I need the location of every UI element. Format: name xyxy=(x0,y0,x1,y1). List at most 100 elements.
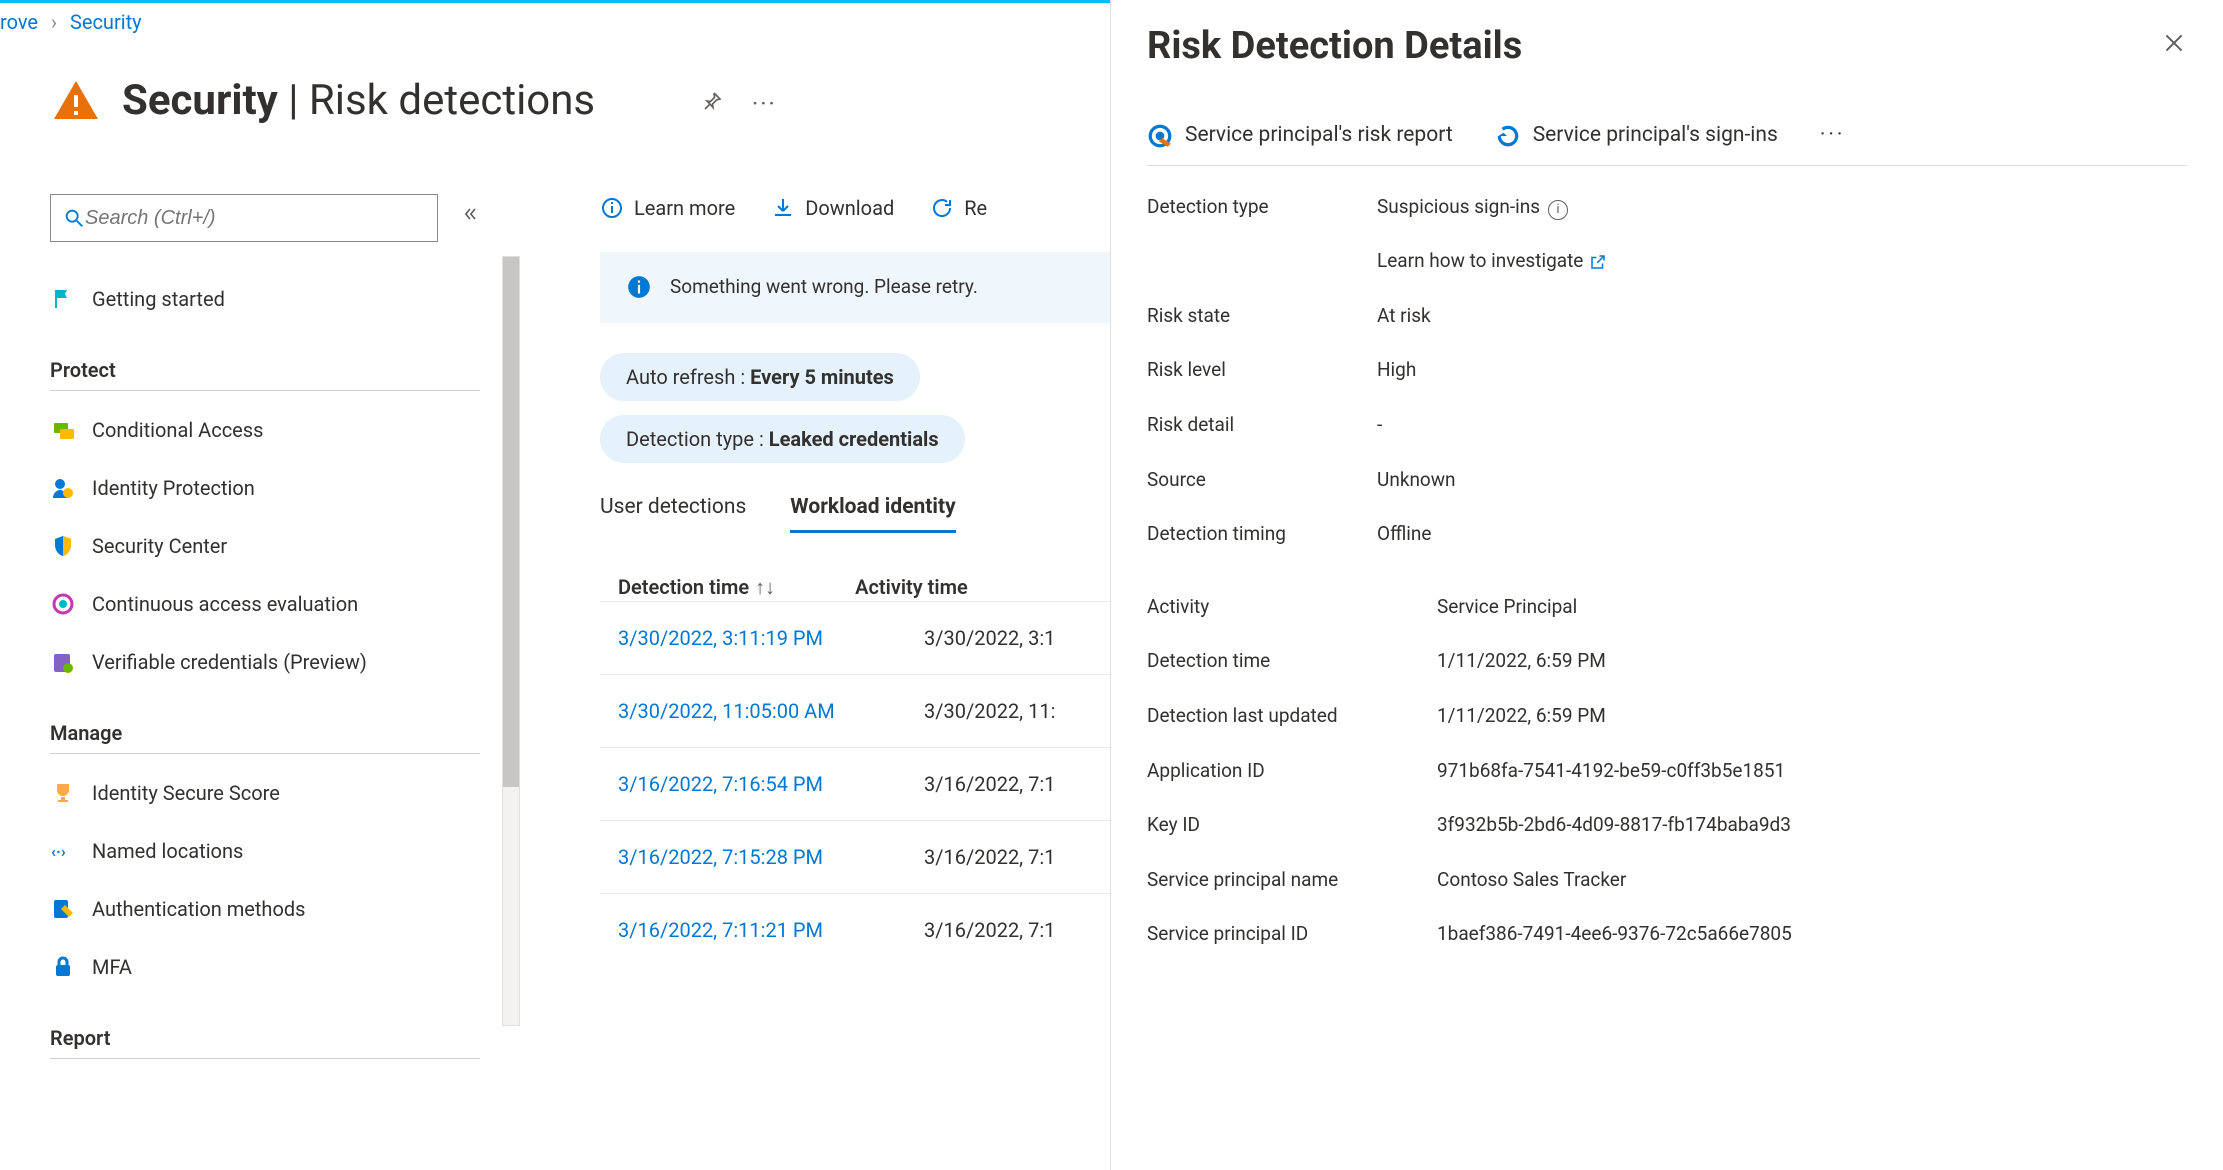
search-input-wrap[interactable] xyxy=(50,194,438,242)
details-panel: Risk Detection Details Service principal… xyxy=(1110,0,2223,1170)
table-header: Detection time↑↓ Activity time xyxy=(600,573,1110,601)
collapse-sidebar-icon[interactable] xyxy=(460,204,480,232)
detail-value: 1/11/2022, 6:59 PM xyxy=(1437,703,1606,730)
cell-activity-time: 3/30/2022, 11: xyxy=(924,697,1055,725)
detail-key: Source xyxy=(1147,467,1367,494)
verifiable-credentials-icon xyxy=(50,649,76,675)
breadcrumb-current[interactable]: Security xyxy=(70,10,142,34)
risk-report-button[interactable]: Service principal's risk report xyxy=(1147,121,1453,150)
scrollbar-thumb[interactable] xyxy=(503,257,519,787)
detail-value: - xyxy=(1377,412,1382,439)
header-actions: ··· xyxy=(700,88,777,122)
sidebar-item-continuous-access[interactable]: Continuous access evaluation xyxy=(50,575,480,633)
signins-button[interactable]: Service principal's sign-ins xyxy=(1495,121,1778,150)
sidebar-scrollbar[interactable] xyxy=(502,256,520,1026)
cell-activity-time: 3/16/2022, 7:1 xyxy=(924,843,1055,871)
detail-key: Service principal ID xyxy=(1147,921,1427,948)
sidebar-item-security-center[interactable]: Security Center xyxy=(50,517,480,575)
cell-activity-time: 3/16/2022, 7:1 xyxy=(924,770,1055,798)
named-locations-icon: ‹·› xyxy=(50,838,76,864)
col-activity-time[interactable]: Activity time xyxy=(855,573,968,601)
sidebar-divider xyxy=(50,1058,480,1059)
table-row[interactable]: 3/16/2022, 7:16:54 PM 3/16/2022, 7:1 xyxy=(600,747,1110,820)
cell-detection-time[interactable]: 3/30/2022, 11:05:00 AM xyxy=(618,697,888,725)
detail-link[interactable]: Learn how to investigate xyxy=(1377,248,1607,275)
cell-detection-time[interactable]: 3/16/2022, 7:15:28 PM xyxy=(618,843,888,871)
info-icon xyxy=(600,196,624,220)
sidebar-item-mfa[interactable]: MFA xyxy=(50,938,480,996)
flag-icon xyxy=(50,286,76,312)
cell-detection-time[interactable]: 3/16/2022, 7:11:21 PM xyxy=(618,916,888,944)
detail-key: Activity xyxy=(1147,594,1427,621)
detail-key: Risk detail xyxy=(1147,412,1367,439)
error-banner-text: Something went wrong. Please retry. xyxy=(670,274,978,301)
info-icon[interactable]: i xyxy=(1548,200,1568,220)
sidebar-item-conditional-access[interactable]: Conditional Access xyxy=(50,401,480,459)
page-header: Security | Risk detections xyxy=(50,72,595,131)
filter-auto-refresh[interactable]: Auto refresh : Every 5 minutes xyxy=(600,353,920,401)
detail-value: 3f932b5b-2bd6-4d09-8817-fb174baba9d3 xyxy=(1437,812,1791,839)
table-row[interactable]: 3/30/2022, 11:05:00 AM 3/30/2022, 11: xyxy=(600,674,1110,747)
sidebar-item-identity-protection[interactable]: Identity Protection xyxy=(50,459,480,517)
filter-detection-type[interactable]: Detection type : Leaked credentials xyxy=(600,415,965,463)
identity-protection-icon xyxy=(50,475,76,501)
tab-user-detections[interactable]: User detections xyxy=(600,493,746,533)
sidebar-item-secure-score[interactable]: Identity Secure Score xyxy=(50,764,480,822)
learn-more-label: Learn more xyxy=(634,194,735,222)
more-ellipsis-icon[interactable]: ··· xyxy=(752,88,777,122)
detail-value: 1baef386-7491-4ee6-9376-72c5a66e7805 xyxy=(1437,921,1792,948)
detail-value: Suspicious sign-insi xyxy=(1377,194,1568,221)
main-content: Learn more Download Re Something went wr… xyxy=(600,194,1110,966)
filter-label: Detection type : xyxy=(626,427,769,451)
cell-detection-time[interactable]: 3/16/2022, 7:16:54 PM xyxy=(618,770,888,798)
panel-more-icon[interactable]: ··· xyxy=(1820,121,1845,150)
detail-row: Detection last updated 1/11/2022, 6:59 PM xyxy=(1147,675,2187,730)
learn-more-button[interactable]: Learn more xyxy=(600,194,735,222)
auth-methods-icon xyxy=(50,896,76,922)
error-banner: Something went wrong. Please retry. xyxy=(600,252,1110,323)
detail-row: Detection typeSuspicious sign-insi xyxy=(1147,166,2187,221)
sidebar-item-verifiable-credentials[interactable]: Verifiable credentials (Preview) xyxy=(50,633,480,691)
download-button[interactable]: Download xyxy=(771,194,894,222)
detail-key: Service principal name xyxy=(1147,867,1427,894)
command-bar: Learn more Download Re xyxy=(600,194,1110,222)
sidebar-item-label: Identity Secure Score xyxy=(92,779,280,807)
filter-label: Auto refresh : xyxy=(626,365,750,389)
detail-row: Detection time1/11/2022, 6:59 PM xyxy=(1147,620,2187,675)
risk-report-icon xyxy=(1147,123,1173,149)
detail-key: Application ID xyxy=(1147,758,1427,785)
detail-value: Contoso Sales Tracker xyxy=(1437,867,1626,894)
pin-icon[interactable] xyxy=(700,89,724,121)
search-input[interactable] xyxy=(85,207,425,230)
detail-value: Offline xyxy=(1377,521,1431,548)
table-row[interactable]: 3/30/2022, 3:11:19 PM 3/30/2022, 3:1 xyxy=(600,601,1110,674)
sidebar-item-label: Authentication methods xyxy=(92,895,305,923)
cell-detection-time[interactable]: 3/30/2022, 3:11:19 PM xyxy=(618,624,888,652)
sidebar-item-getting-started[interactable]: Getting started xyxy=(50,270,480,328)
svg-text:‹·›: ‹·› xyxy=(51,842,66,861)
breadcrumb-parent[interactable]: rove xyxy=(0,10,38,34)
warning-triangle-icon xyxy=(50,75,102,127)
sidebar-divider xyxy=(50,753,480,754)
cell-activity-time: 3/30/2022, 3:1 xyxy=(924,624,1055,652)
sidebar: Getting started Protect Conditional Acce… xyxy=(50,194,480,1069)
filter-value: Every 5 minutes xyxy=(750,365,894,389)
detail-key: Detection last updated xyxy=(1147,703,1427,730)
signins-icon xyxy=(1495,123,1521,149)
sidebar-item-label: Getting started xyxy=(92,285,225,313)
table-row[interactable]: 3/16/2022, 7:11:21 PM3/16/2022, 7:1 xyxy=(600,893,1110,966)
close-icon[interactable] xyxy=(2161,30,2187,64)
shield-icon xyxy=(50,533,76,559)
sidebar-item-auth-methods[interactable]: Authentication methods xyxy=(50,880,480,938)
col-detection-time[interactable]: Detection time↑↓ xyxy=(618,573,775,601)
info-filled-icon xyxy=(626,274,652,300)
continuous-access-icon xyxy=(50,591,76,617)
detail-key: Key ID xyxy=(1147,812,1427,839)
refresh-button[interactable]: Re xyxy=(930,194,987,222)
sidebar-item-label: Named locations xyxy=(92,837,243,865)
sidebar-item-named-locations[interactable]: ‹·› Named locations xyxy=(50,822,480,880)
sidebar-item-label: Verifiable credentials (Preview) xyxy=(92,648,367,676)
detail-value: Service Principal xyxy=(1437,594,1577,621)
tab-workload-identity[interactable]: Workload identity xyxy=(790,493,955,533)
table-row[interactable]: 3/16/2022, 7:15:28 PM 3/16/2022, 7:1 xyxy=(600,820,1110,893)
